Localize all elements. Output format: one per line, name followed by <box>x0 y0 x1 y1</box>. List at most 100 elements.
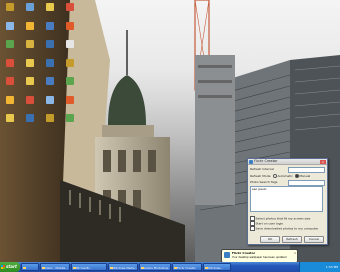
taskbar-button[interactable]: Flickr Creator <box>172 263 202 271</box>
save-photos-label: Save downloaded photos to my computer <box>255 226 319 231</box>
desktop-icon[interactable] <box>62 76 78 92</box>
start-button[interactable]: start <box>0 262 20 272</box>
desktop-icon-label <box>2 31 18 35</box>
taskbar-button[interactable]: Adobe Photoshop <box>139 263 171 271</box>
balloon-close-icon[interactable]: x <box>294 251 296 255</box>
cancel-button[interactable]: Cancel <box>304 236 324 243</box>
close-icon[interactable]: × <box>320 159 326 164</box>
desktop-icon-label <box>42 86 58 90</box>
desktop-icon-label <box>22 31 38 35</box>
window-icon <box>110 266 113 269</box>
app-icon <box>6 40 14 48</box>
start-label: start <box>6 264 17 269</box>
dialog-titlebar[interactable]: Flickr Creator × <box>248 159 327 165</box>
taskbar-button-label: Inbox - Mozilla... <box>45 266 68 270</box>
taskbar-button[interactable]: Windows Media... <box>108 263 138 271</box>
app-icon <box>46 3 54 11</box>
desktop-icon[interactable] <box>2 2 18 18</box>
desktop-icon[interactable] <box>62 95 78 111</box>
desktop-icon[interactable] <box>22 113 38 129</box>
radio-automatic[interactable] <box>273 174 277 178</box>
notification-balloon[interactable]: Flickr Creator Your desktop wallpaper ha… <box>221 249 298 262</box>
app-icon <box>46 95 54 104</box>
app-icon <box>46 40 54 48</box>
desktop-icon-label <box>42 49 58 53</box>
desktop-icon[interactable] <box>62 2 78 18</box>
flickr-app-icon <box>249 159 253 164</box>
desktop-icon[interactable] <box>42 95 58 111</box>
desktop-icon[interactable] <box>2 76 18 92</box>
desktop-icon[interactable] <box>2 58 18 74</box>
desktop-icon-label <box>22 86 38 90</box>
desktop-icon[interactable] <box>22 21 38 37</box>
refresh-button[interactable]: Refresh <box>282 236 302 243</box>
desktop-icon-label <box>2 86 18 90</box>
desktop-icon[interactable] <box>62 39 78 55</box>
desktop-icon-label <box>62 68 78 72</box>
fit-screen-checkbox[interactable] <box>250 216 255 221</box>
dialog-title: Flickr Creator <box>254 159 278 163</box>
option-start-login[interactable]: Start on user login <box>250 221 283 226</box>
search-tags-label: Photo Search Tags <box>250 180 278 184</box>
desktop-icon-label <box>62 86 78 90</box>
desktop-icon[interactable] <box>2 21 18 37</box>
save-photos-checkbox[interactable] <box>250 226 255 231</box>
balloon-text: Your desktop wallpaper has been updated <box>232 256 287 259</box>
start-login-checkbox[interactable] <box>250 221 255 226</box>
search-tags-textarea[interactable]: sao paulo <box>250 186 323 212</box>
start-login-label: Start on user login <box>255 221 284 226</box>
desktop-icon[interactable] <box>62 21 78 37</box>
desktop-icon[interactable] <box>62 58 78 74</box>
fit-screen-label: Select photos that fit my screen size <box>255 216 311 221</box>
window-icon <box>42 266 45 269</box>
desktop-icon-label <box>2 123 18 127</box>
app-icon <box>26 77 34 85</box>
desktop-icon-label <box>42 12 58 16</box>
desktop-icon[interactable] <box>22 95 38 111</box>
app-icon <box>66 3 74 11</box>
window-icon <box>73 266 76 269</box>
option-fit-screen[interactable]: Select photos that fit my screen size <box>250 216 310 221</box>
app-icon <box>6 21 14 30</box>
clock[interactable]: 1:53 PM <box>326 262 338 272</box>
desktop-icon[interactable] <box>2 39 18 55</box>
desktop-icon[interactable] <box>42 21 58 37</box>
radio-automatic-label: Automatic <box>277 174 293 178</box>
desktop-icon-label <box>2 68 18 72</box>
ok-button[interactable]: OK <box>260 236 280 243</box>
desktop-icon[interactable] <box>42 76 58 92</box>
app-icon <box>6 95 14 104</box>
desktop-icon[interactable] <box>22 2 38 18</box>
desktop-icon-label <box>22 68 38 72</box>
refresh-interval-select[interactable] <box>288 167 325 173</box>
app-icon <box>26 40 34 48</box>
taskbar-button[interactable] <box>21 263 39 271</box>
desktop-icon[interactable] <box>42 39 58 55</box>
desktop-icon[interactable] <box>2 113 18 129</box>
desktop-icon[interactable] <box>22 58 38 74</box>
desktop-icon[interactable] <box>62 113 78 129</box>
desktop-icon[interactable] <box>22 76 38 92</box>
desktop-wallpaper: Flickr Creator × Refresh Interval Refres… <box>0 0 340 262</box>
desktop-icon[interactable] <box>2 95 18 111</box>
system-tray: 1:53 PM <box>299 262 340 272</box>
desktop-icon[interactable] <box>42 113 58 129</box>
desktop-icon-label <box>2 49 18 53</box>
desktop-icon[interactable] <box>22 39 38 55</box>
flickr-notification-icon <box>224 252 230 258</box>
app-icon <box>66 40 74 48</box>
desktop-icon-label <box>62 12 78 16</box>
option-save-photos[interactable]: Save downloaded photos to my computer <box>250 226 318 231</box>
taskbar-button[interactable]: Windows... <box>203 263 231 271</box>
desktop-icon-label <box>42 123 58 127</box>
desktop-icon[interactable] <box>42 58 58 74</box>
desktop-icon[interactable] <box>42 2 58 18</box>
desktop-icon-label <box>22 49 38 53</box>
app-icon <box>66 58 74 67</box>
desktop-icon-label <box>42 68 58 72</box>
taskbar-button[interactable]: Inbox - Mozilla... <box>40 263 70 271</box>
taskbar-button[interactable]: Microsoft... <box>71 263 107 271</box>
desktop-icon-label <box>62 31 78 35</box>
radio-manual-label: Manual <box>299 174 311 178</box>
app-icon <box>26 58 34 67</box>
